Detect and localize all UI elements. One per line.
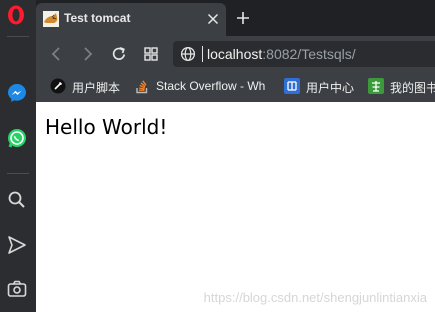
user-center-icon <box>284 78 300 94</box>
address-host: localhost <box>207 46 263 62</box>
sidebar-divider <box>7 36 29 37</box>
bookmarks-bar: 用户脚本 Stack Overflow - Wh 用户中心 我的图书 <box>36 72 435 102</box>
stackoverflow-icon <box>136 80 148 94</box>
messenger-icon[interactable] <box>6 82 28 104</box>
tab-title: Test tomcat <box>64 11 131 25</box>
tab-strip: Test tomcat <box>36 0 435 36</box>
address-url[interactable]: localhost:8082/Testsqls/ <box>207 46 356 62</box>
watermark: https://blog.csdn.net/shengjunlintianxia <box>203 290 427 305</box>
bookmark-library[interactable]: 我的图书 <box>368 78 435 96</box>
bookmark-label: Stack Overflow - Wh <box>156 79 266 93</box>
user-script-icon <box>50 78 66 94</box>
tab-active[interactable]: Test tomcat <box>36 3 226 36</box>
bookmark-label: 我的图书 <box>390 81 435 95</box>
reload-icon[interactable] <box>110 45 128 63</box>
sidebar-divider <box>7 173 29 174</box>
bookmark-label: 用户脚本 <box>72 81 121 95</box>
browser-window: Test tomcat localhost:8082/Testsqls/ 用户脚… <box>0 0 435 312</box>
arrow-left-icon[interactable] <box>48 45 66 63</box>
bookmark-label: 用户中心 <box>306 81 355 95</box>
address-path: :8082/Testsqls/ <box>262 46 356 62</box>
bookmark-user-center[interactable]: 用户中心 <box>284 78 364 96</box>
plus-icon[interactable] <box>236 11 250 25</box>
tomcat-favicon-icon <box>43 11 59 27</box>
address-bar[interactable]: localhost:8082/Testsqls/ <box>173 41 435 67</box>
arrow-right-icon[interactable] <box>78 45 96 63</box>
search-icon[interactable] <box>6 189 28 211</box>
toolbar: localhost:8082/Testsqls/ <box>36 36 435 72</box>
opera-logo-icon[interactable] <box>5 3 27 27</box>
page-heading: Hello World! <box>45 115 168 139</box>
bookmark-stackoverflow[interactable]: Stack Overflow - Wh <box>134 78 274 96</box>
close-icon[interactable] <box>207 13 219 25</box>
globe-icon[interactable] <box>180 46 196 62</box>
send-icon[interactable] <box>6 234 28 256</box>
library-icon <box>368 78 384 94</box>
grid-icon[interactable] <box>142 45 160 63</box>
camera-icon[interactable] <box>6 278 28 300</box>
page-content: Hello World! https://blog.csdn.net/sheng… <box>36 102 435 312</box>
sidebar <box>0 0 36 312</box>
whatsapp-icon[interactable] <box>6 127 28 149</box>
text-caret <box>202 46 203 62</box>
